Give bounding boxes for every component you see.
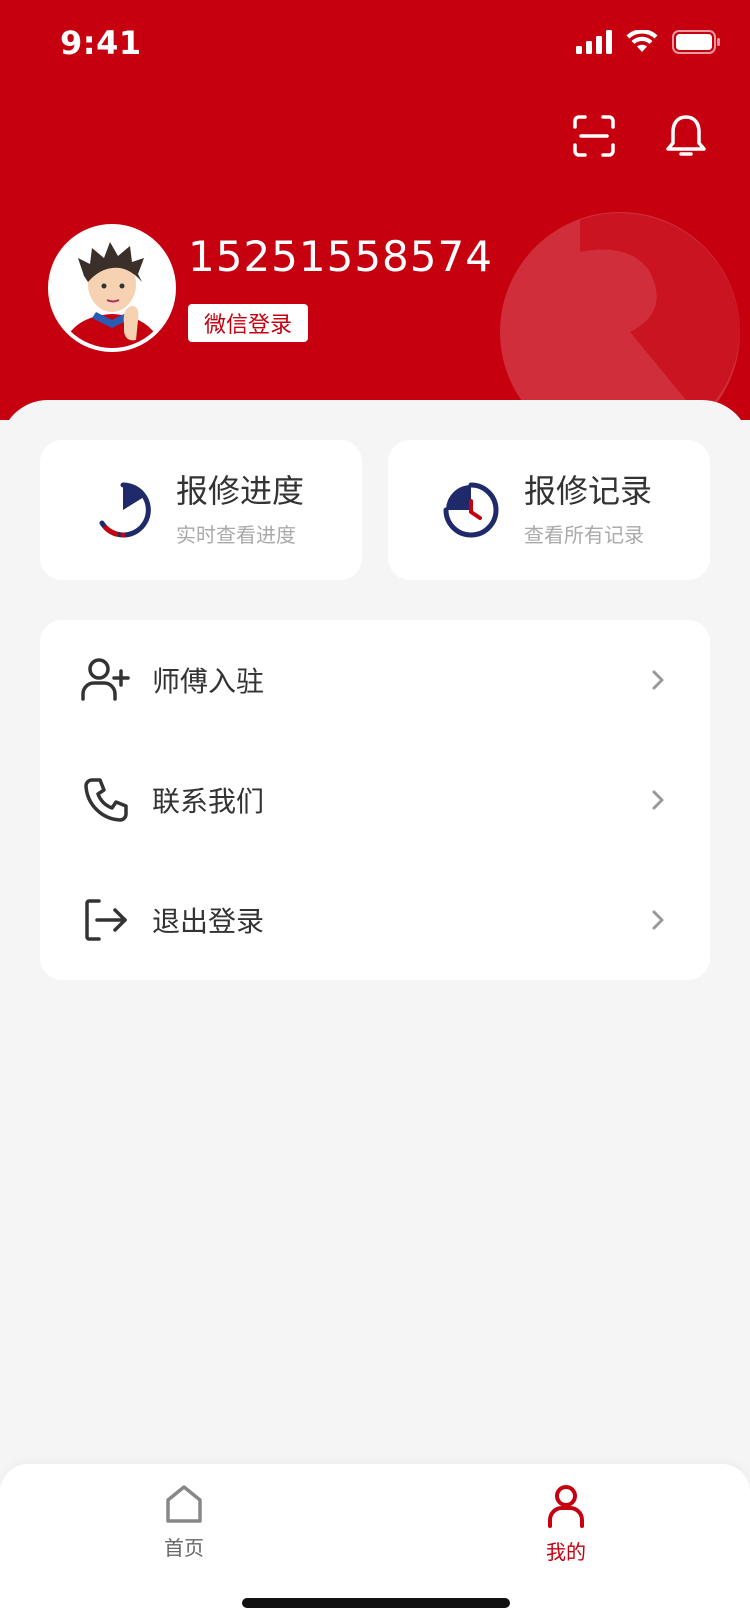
bell-icon xyxy=(666,115,706,156)
tab-home[interactable]: 首页 xyxy=(104,1484,264,1561)
phone-icon xyxy=(80,774,132,826)
menu-label-contact-us: 联系我们 xyxy=(152,785,265,818)
menu-item-technician-join[interactable]: 师傅入驻 xyxy=(80,620,670,740)
repair-records-subtitle: 查看所有记录 xyxy=(524,522,644,547)
home-indicator xyxy=(242,1598,510,1608)
header-actions xyxy=(570,112,710,160)
battery-icon xyxy=(672,30,720,54)
profile-header: 9:41 15251558574 微信登录 xyxy=(0,0,750,420)
menu-label-technician-join: 师傅入驻 xyxy=(152,665,265,698)
tab-home-label: 首页 xyxy=(164,1536,204,1560)
logout-icon xyxy=(80,894,132,946)
signal-icon xyxy=(576,30,612,54)
menu-item-contact-us[interactable]: 联系我们 xyxy=(80,740,670,860)
tab-mine-label: 我的 xyxy=(546,1540,586,1564)
repair-progress-card[interactable]: 报修进度 实时查看进度 xyxy=(40,440,362,580)
menu-label-logout: 退出登录 xyxy=(152,905,265,938)
clock-record-icon xyxy=(443,482,499,538)
menu-item-logout[interactable]: 退出登录 xyxy=(80,860,670,980)
main-content: 报修进度 实时查看进度 报修记录 查看所有记录 师傅入驻 联系我们 退出登录 xyxy=(0,400,750,1460)
user-icon xyxy=(548,1485,584,1528)
status-icons xyxy=(576,30,722,54)
home-icon xyxy=(166,1485,202,1523)
chevron-right-icon xyxy=(652,910,664,930)
brand-watermark-logo xyxy=(500,212,740,420)
notification-button[interactable] xyxy=(662,112,710,160)
user-phone-number: 15251558574 xyxy=(188,232,493,281)
scan-icon xyxy=(573,115,615,157)
wifi-icon xyxy=(626,30,658,52)
progress-icon xyxy=(99,482,151,538)
quick-cards: 报修进度 实时查看进度 报修记录 查看所有记录 xyxy=(40,440,710,580)
repair-records-title: 报修记录 xyxy=(524,472,653,511)
repair-records-card[interactable]: 报修记录 查看所有记录 xyxy=(388,440,710,580)
status-time: 9:41 xyxy=(60,24,142,62)
chevron-right-icon xyxy=(652,670,664,690)
menu-list: 师傅入驻 联系我们 退出登录 xyxy=(40,620,710,980)
repair-progress-subtitle: 实时查看进度 xyxy=(176,522,296,547)
avatar[interactable] xyxy=(48,224,176,352)
chevron-right-icon xyxy=(652,790,664,810)
scan-button[interactable] xyxy=(570,112,618,160)
repair-records-text: 报修记录 查看所有记录 xyxy=(524,472,652,547)
avatar-illustration xyxy=(52,228,172,348)
profile-page: 9:41 15251558574 微信登录 报修进度 实时查看进度 报修记录 查… xyxy=(0,0,750,1624)
add-user-icon xyxy=(80,654,132,706)
tab-mine[interactable]: 我的 xyxy=(486,1484,646,1565)
repair-progress-title: 报修进度 xyxy=(176,472,305,511)
repair-progress-text: 报修进度 实时查看进度 xyxy=(176,472,304,547)
wechat-login-button[interactable]: 微信登录 xyxy=(188,304,309,342)
